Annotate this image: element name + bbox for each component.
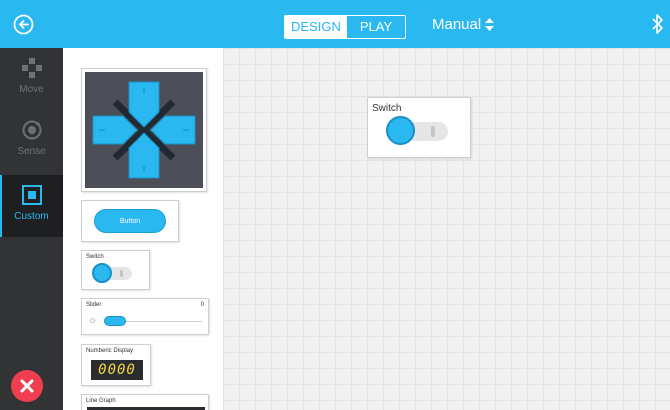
canvas-switch-notch	[431, 126, 435, 137]
switch-widget[interactable]: Switch	[81, 250, 150, 290]
slider-value: 0	[200, 302, 204, 308]
rail-item-custom[interactable]: Custom	[0, 175, 63, 237]
up-down-caret-icon	[485, 18, 495, 31]
canvas-switch-knob[interactable]	[386, 116, 415, 145]
dpad-icon	[92, 81, 196, 179]
tab-design[interactable]: DESIGN	[285, 16, 347, 38]
gamepad-icon	[22, 58, 42, 78]
bluetooth-icon[interactable]	[651, 13, 665, 35]
rail-item-label: Custom	[14, 211, 49, 222]
dpad-widget[interactable]	[81, 68, 207, 192]
canvas-switch-title: Switch	[372, 103, 402, 114]
close-x-icon	[20, 379, 34, 393]
line-graph-title: Line Graph	[86, 398, 116, 404]
sensor-icon	[22, 120, 42, 140]
numeric-display-title: Numberic Display	[86, 348, 134, 354]
category-rail: Move Sense Custom	[0, 48, 63, 410]
design-canvas[interactable]: Switch	[223, 48, 670, 410]
mode-select[interactable]: Manual	[432, 16, 495, 33]
switch-knob	[92, 263, 112, 283]
close-button[interactable]	[11, 370, 43, 402]
button-widget-label: Button	[94, 209, 166, 233]
rail-item-label: Move	[19, 84, 44, 95]
slider-widget[interactable]: Slider 0 ☼	[81, 298, 209, 335]
dpad-background	[85, 72, 203, 188]
switch-widget-title: Switch	[86, 254, 104, 260]
numeric-display-value: 0000	[91, 360, 143, 380]
mode-toggle: DESIGN PLAY	[284, 15, 407, 39]
switch-notch	[120, 270, 123, 277]
line-graph-widget[interactable]: Line Graph	[81, 394, 209, 410]
rail-item-sense[interactable]: Sense	[0, 110, 63, 172]
widget-palette: Button Switch Slider 0 ☼ Numberic Displa…	[63, 48, 223, 410]
rail-item-move[interactable]: Move	[0, 48, 63, 110]
mode-select-label: Manual	[432, 16, 482, 33]
canvas-switch-widget[interactable]: Switch	[367, 97, 471, 158]
tab-play[interactable]: PLAY	[347, 16, 405, 38]
button-widget[interactable]: Button	[81, 200, 179, 242]
rail-item-label: Sense	[17, 146, 46, 157]
numeric-display-widget[interactable]: Numberic Display 0000	[81, 344, 151, 386]
slider-widget-title: Slider	[86, 302, 102, 308]
back-arrow-icon[interactable]	[13, 14, 34, 35]
slider-handle	[104, 316, 126, 326]
custom-square-icon	[22, 185, 42, 205]
top-bar: DESIGN PLAY Manual	[0, 0, 670, 48]
gear-icon: ☼	[88, 315, 98, 326]
